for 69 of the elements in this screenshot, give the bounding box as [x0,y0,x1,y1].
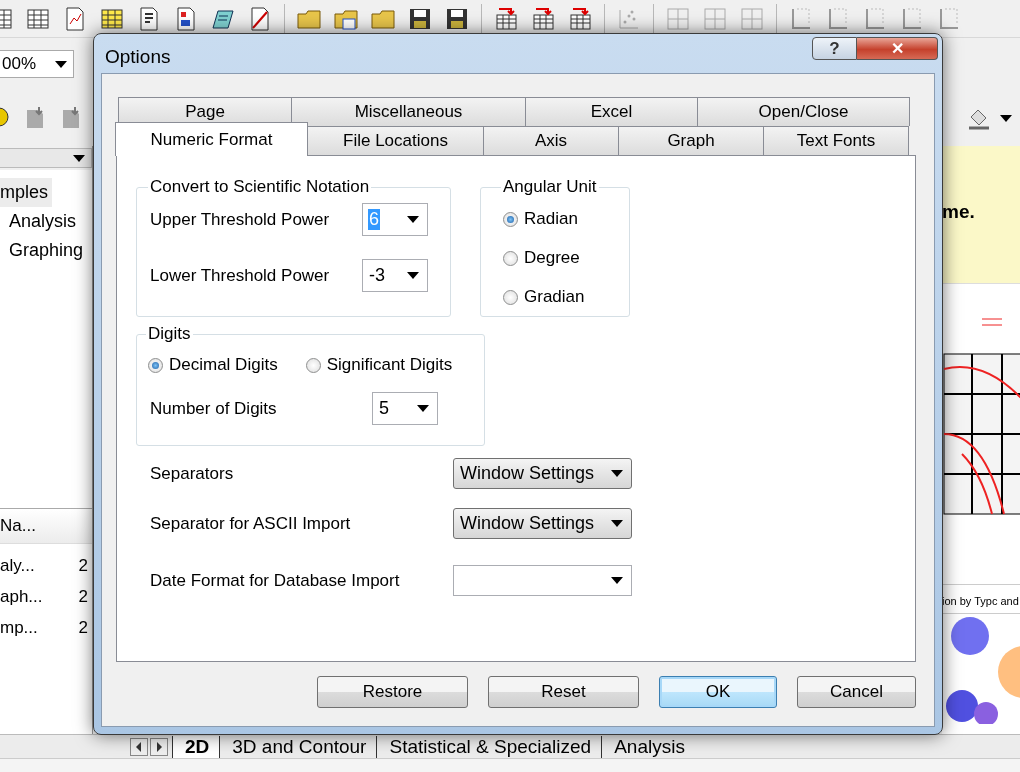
scroll-left-icon[interactable] [130,737,148,756]
tab[interactable]: Text Fonts [763,126,909,155]
caret-icon [611,577,623,584]
layout-icon[interactable] [702,5,728,32]
radio-option[interactable]: Degree [503,248,616,268]
dropdown[interactable] [453,565,632,596]
help-button[interactable]: ? [812,37,857,60]
field-label: Upper Threshold Power [150,209,331,230]
group-title: Digits [147,324,192,344]
radio-option[interactable]: Gradian [503,287,616,307]
field-label: Date Format for Database Import [150,570,401,591]
group-title: Angular Unit [502,177,598,197]
radio-button[interactable] [148,357,163,373]
list-cell: aly... [0,555,35,576]
list-cell: 2 [78,586,88,607]
dropdown[interactable]: Window Settings [453,458,632,489]
radio-button[interactable] [503,289,518,305]
layout-icon[interactable] [665,5,691,32]
list-cell: 2 [78,555,88,576]
tree-item[interactable]: Analysis [0,207,81,236]
group-title: Convert to Scientific Notation [149,177,371,197]
radio-option[interactable]: Significant Digits [305,355,453,375]
tab[interactable]: Axis [483,126,619,155]
tab[interactable]: File Locations [307,126,484,155]
table-arrow-icon[interactable] [567,5,593,32]
tab[interactable]: Miscellaneous [291,97,526,126]
scroll-right-icon[interactable] [150,737,168,756]
caret-icon [407,272,419,279]
field-label: Separator for ASCII Import [150,513,352,534]
radio-button[interactable] [305,357,321,373]
zoom-dropdown[interactable]: 00% [0,50,74,78]
tab[interactable]: Numeric Format [115,122,308,156]
sheet-tab[interactable]: 2D [172,735,220,758]
field-label: Lower Threshold Power [150,265,331,286]
caret-icon [611,520,623,527]
radio-button[interactable] [503,211,518,227]
list-cell: aph... [0,586,43,607]
layout-icon[interactable] [739,5,765,32]
tree-item[interactable]: mples [0,178,52,207]
caret-icon [417,405,429,412]
tab[interactable]: Excel [525,97,698,126]
caret-icon [73,154,85,162]
caption-text: ion by Typc and [942,595,1019,607]
field-label: Separators [150,463,235,484]
caret-icon [55,60,67,68]
window-title: Options [105,46,171,68]
dialog-button[interactable]: OK [659,676,777,708]
dialog-button[interactable]: Cancel [797,676,916,708]
radio-option[interactable]: Radian [503,209,616,229]
radio-option[interactable]: Decimal Digits [148,355,278,375]
caret-icon [1000,114,1012,122]
list-cell: 2 [78,617,88,638]
table-arrow-icon[interactable] [530,5,556,32]
tab[interactable]: Open/Close [697,97,910,126]
dropdown[interactable]: -3 [362,259,428,292]
dialog-button[interactable]: Restore [317,676,468,708]
tab[interactable]: Graph [618,126,764,155]
table-arrow-icon[interactable] [493,5,519,32]
close-button[interactable]: ✕ [857,37,938,60]
dropdown[interactable]: Window Settings [453,508,632,539]
dialog-button[interactable]: Reset [488,676,639,708]
radio-button[interactable] [503,250,518,266]
field-label: Number of Digits [150,398,278,419]
dropdown[interactable]: 5 [372,392,438,425]
tree-item[interactable]: Graphing [0,236,88,265]
banner-text: me. [942,201,975,222]
caret-icon [611,470,623,477]
caret-icon [407,216,419,223]
list-cell: mp... [0,617,38,638]
